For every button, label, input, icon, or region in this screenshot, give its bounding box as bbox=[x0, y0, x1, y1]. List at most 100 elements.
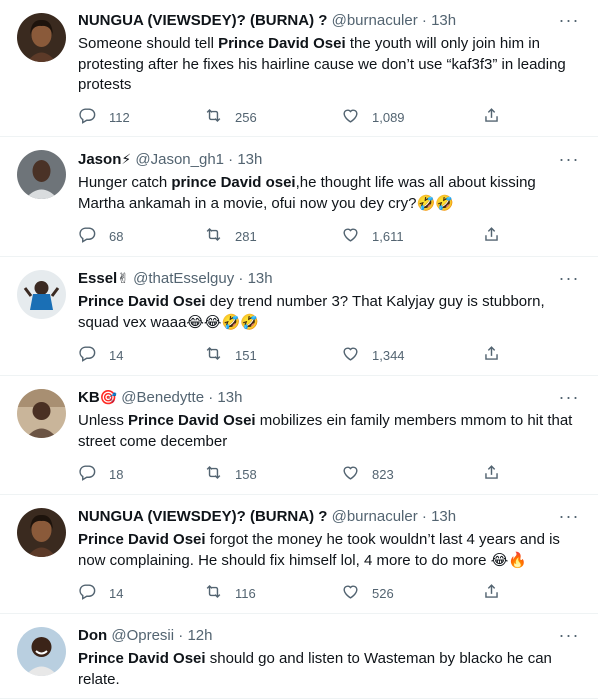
heart-icon bbox=[341, 106, 360, 128]
likes-count: 1,611 bbox=[372, 228, 404, 244]
share-button[interactable] bbox=[482, 226, 501, 246]
tweet-actions: 68 281 1,611 bbox=[78, 226, 518, 246]
timestamp[interactable]: 13h bbox=[431, 12, 456, 29]
user-handle[interactable]: @Jason_gh1 bbox=[135, 151, 224, 168]
like-button[interactable]: 823 bbox=[341, 464, 394, 484]
highlighted-keyword: Prince David Osei bbox=[78, 293, 206, 310]
replies-count: 18 bbox=[109, 466, 124, 482]
tweet-feed: NUNGUA (VIEWSDEY)? (BURNA) ? @burnaculer… bbox=[0, 0, 598, 699]
retweet-button[interactable]: 116 bbox=[204, 583, 256, 603]
reply-icon bbox=[78, 344, 97, 366]
timestamp[interactable]: 13h bbox=[237, 151, 262, 168]
replies-count: 14 bbox=[109, 347, 124, 363]
timestamp[interactable]: 12h bbox=[187, 627, 212, 644]
like-button[interactable]: 1,089 bbox=[341, 107, 405, 127]
more-dots-icon[interactable]: ··· bbox=[554, 626, 584, 648]
share-icon bbox=[482, 582, 501, 604]
retweet-button[interactable]: 256 bbox=[204, 107, 257, 127]
timestamp[interactable]: 13h bbox=[248, 270, 273, 287]
name-emoji: ✌ bbox=[117, 271, 129, 287]
avatar[interactable] bbox=[17, 389, 66, 438]
separator-dot: · bbox=[421, 508, 427, 525]
heart-icon bbox=[341, 344, 360, 366]
display-name[interactable]: KB bbox=[78, 389, 100, 406]
reply-icon bbox=[78, 106, 97, 128]
replies-count: 68 bbox=[109, 228, 124, 244]
tweet-text: Unless Prince David Osei mobilizes ein f… bbox=[78, 411, 583, 452]
tweet-actions: 14 116 526 bbox=[78, 583, 518, 603]
separator-dot: · bbox=[421, 12, 427, 29]
retweet-icon bbox=[204, 106, 223, 128]
user-handle[interactable]: @burnaculer bbox=[332, 508, 418, 525]
retweet-button[interactable]: 151 bbox=[204, 345, 257, 365]
tweet-text: Prince David Osei should go and listen t… bbox=[78, 649, 583, 690]
highlighted-keyword: prince David osei bbox=[171, 174, 296, 191]
reply-icon bbox=[78, 582, 97, 604]
share-button[interactable] bbox=[482, 583, 501, 603]
timestamp[interactable]: 13h bbox=[431, 508, 456, 525]
display-name[interactable]: NUNGUA (VIEWSDEY)? (BURNA) ? bbox=[78, 12, 327, 29]
share-button[interactable] bbox=[482, 345, 501, 365]
share-button[interactable] bbox=[482, 464, 501, 484]
user-handle[interactable]: @Opresii bbox=[111, 627, 174, 644]
tweet[interactable]: NUNGUA (VIEWSDEY)? (BURNA) ? @burnaculer… bbox=[0, 495, 598, 614]
reply-button[interactable]: 14 bbox=[78, 583, 123, 603]
retweet-button[interactable]: 281 bbox=[204, 226, 257, 246]
tweet-actions: 18 158 823 bbox=[78, 464, 518, 484]
retweets-count: 116 bbox=[235, 585, 256, 601]
separator-dot: · bbox=[228, 151, 234, 168]
more-dots-icon[interactable]: ··· bbox=[554, 388, 584, 410]
avatar[interactable] bbox=[17, 150, 66, 199]
likes-count: 1,344 bbox=[372, 347, 405, 363]
like-button[interactable]: 1,344 bbox=[341, 345, 405, 365]
user-handle[interactable]: @Benedytte bbox=[121, 389, 204, 406]
tweet-header: Don @Opresii · 12h bbox=[78, 626, 558, 645]
more-dots-icon[interactable]: ··· bbox=[554, 11, 584, 33]
retweet-button[interactable]: 158 bbox=[204, 464, 257, 484]
tweet-text: Someone should tell Prince David Osei th… bbox=[78, 34, 583, 96]
reply-button[interactable]: 112 bbox=[78, 107, 130, 127]
highlighted-keyword: Prince David Osei bbox=[78, 531, 206, 548]
share-button[interactable] bbox=[482, 107, 501, 127]
retweets-count: 256 bbox=[235, 109, 257, 125]
text-segment: Hunger catch bbox=[78, 174, 172, 191]
more-dots-icon[interactable]: ··· bbox=[554, 150, 584, 172]
display-name[interactable]: Don bbox=[78, 627, 107, 644]
like-button[interactable]: 1,611 bbox=[341, 226, 404, 246]
reply-button[interactable]: 18 bbox=[78, 464, 123, 484]
user-handle[interactable]: @burnaculer bbox=[332, 12, 418, 29]
display-name[interactable]: Jason bbox=[78, 151, 121, 168]
share-icon bbox=[482, 106, 501, 128]
reply-button[interactable]: 68 bbox=[78, 226, 123, 246]
tweet[interactable]: Essel✌ @thatEsselguy · 13h ··· Prince Davi… bbox=[0, 257, 598, 376]
tweet-header: Jason⚡ @Jason_gh1 · 13h bbox=[78, 150, 558, 170]
reply-icon bbox=[78, 463, 97, 485]
text-segment: Someone should tell bbox=[78, 35, 219, 52]
tweet[interactable]: Don @Opresii · 12h ··· Prince David Osei s… bbox=[0, 614, 598, 699]
display-name[interactable]: Essel bbox=[78, 270, 117, 287]
like-button[interactable]: 526 bbox=[341, 583, 394, 603]
highlighted-keyword: Prince David Osei bbox=[128, 412, 256, 429]
more-dots-icon[interactable]: ··· bbox=[554, 507, 584, 529]
tweet-text: Prince David Osei dey trend number 3? Th… bbox=[78, 292, 583, 333]
user-handle[interactable]: @thatEsselguy bbox=[133, 270, 234, 287]
likes-count: 526 bbox=[372, 585, 394, 601]
retweet-icon bbox=[204, 225, 223, 247]
avatar[interactable] bbox=[17, 508, 66, 557]
name-emoji: 🎯 bbox=[99, 390, 118, 406]
reply-button[interactable]: 14 bbox=[78, 345, 123, 365]
tweet-header: NUNGUA (VIEWSDEY)? (BURNA) ? @burnaculer… bbox=[78, 11, 558, 30]
heart-icon bbox=[341, 463, 360, 485]
avatar[interactable] bbox=[17, 627, 66, 676]
display-name[interactable]: NUNGUA (VIEWSDEY)? (BURNA) ? bbox=[78, 508, 327, 525]
tweet-header: KB🎯 @Benedytte · 13h bbox=[78, 388, 558, 408]
tweet[interactable]: NUNGUA (VIEWSDEY)? (BURNA) ? @burnaculer… bbox=[0, 0, 598, 137]
separator-dot: · bbox=[238, 270, 244, 287]
tweet[interactable]: KB🎯 @Benedytte · 13h ··· Unless Prince Dav… bbox=[0, 376, 598, 495]
avatar[interactable] bbox=[17, 270, 66, 319]
timestamp[interactable]: 13h bbox=[217, 389, 242, 406]
more-dots-icon[interactable]: ··· bbox=[554, 269, 584, 291]
retweet-icon bbox=[204, 582, 223, 604]
avatar[interactable] bbox=[17, 13, 66, 62]
tweet[interactable]: Jason⚡ @Jason_gh1 · 13h ··· Hunger catch p… bbox=[0, 137, 598, 257]
